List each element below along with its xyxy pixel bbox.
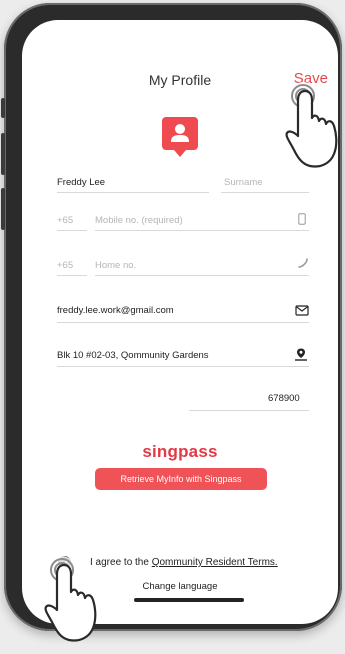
divider [57,322,309,323]
home-phone-input[interactable]: Home no. [95,260,136,271]
divider [95,230,309,231]
divider [189,410,309,411]
tap-hand-icon [39,552,101,654]
phone-icon [298,213,306,225]
retrieve-myinfo-button[interactable]: Retrieve MyInfo with Singpass [95,468,267,490]
divider [95,275,309,276]
home-indicator [134,598,244,602]
volume-up-button [1,133,5,175]
surname-input[interactable]: Surname [224,177,263,188]
email-input[interactable]: freddy.lee.work@gmail.com [57,305,174,316]
tap-hand-icon [280,78,342,193]
home-phone-icon [298,258,309,269]
home-prefix: +65 [57,260,74,271]
location-icon [294,347,308,361]
profile-icon [162,117,198,157]
mail-icon [295,305,309,316]
agree-text: I agree to the Qommunity Resident Terms. [90,557,278,568]
address-input[interactable]: Blk 10 #02-03, Qommunity Gardens [57,350,209,361]
singpass-logo: singpass [142,442,218,461]
side-button [1,98,5,118]
divider [57,366,309,367]
postal-code-input[interactable]: 678900 [268,393,300,404]
divider [57,192,209,193]
volume-down-button [1,188,5,230]
mobile-prefix: +65 [57,215,74,226]
mobile-input[interactable]: Mobile no. (required) [95,215,183,226]
divider [57,230,87,231]
divider [57,275,87,276]
first-name-input[interactable]: Freddy Lee [57,177,105,188]
terms-link[interactable]: Qommunity Resident Terms. [152,557,278,568]
